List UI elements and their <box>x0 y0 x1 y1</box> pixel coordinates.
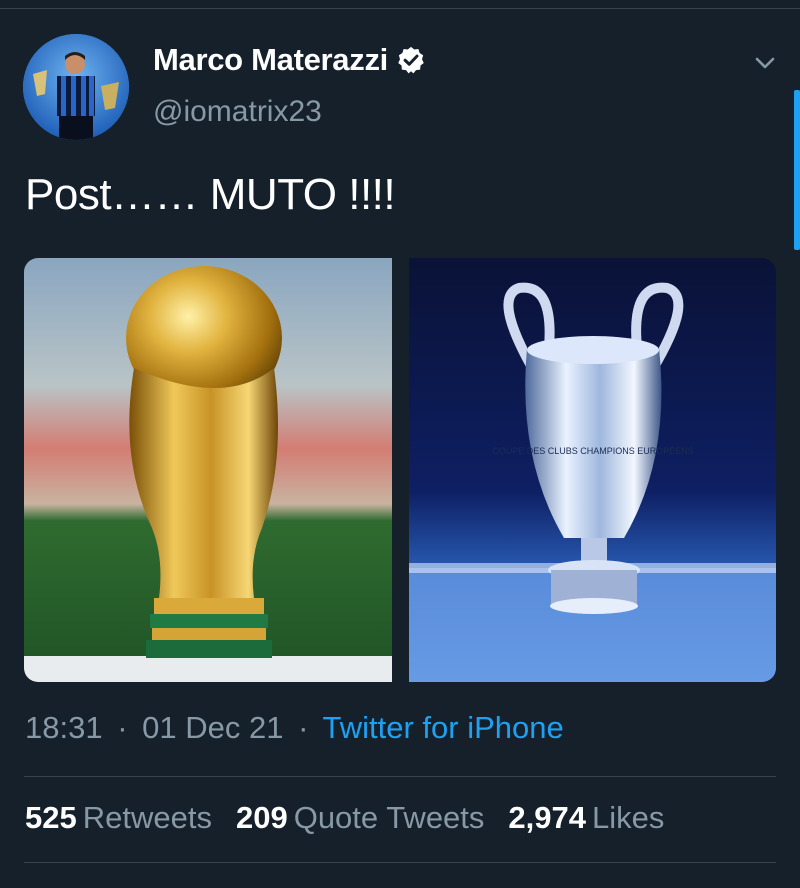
quote-tweets-label: Quote Tweets <box>293 800 485 835</box>
quote-tweets-count: 209 <box>235 800 288 835</box>
divider <box>24 776 776 777</box>
engagement-stats: 525 Retweets 209 Quote Tweets 2,974 Likes <box>25 800 688 836</box>
likes-label: Likes <box>592 800 665 835</box>
scroll-indicator[interactable] <box>794 90 800 250</box>
cup-lettering: COUPE DES CLUBS CHAMPIONS EUROPÉENS <box>492 446 694 456</box>
retweets-stat[interactable]: 525 Retweets <box>25 800 212 836</box>
divider <box>24 862 776 863</box>
author-handle[interactable]: @iomatrix23 <box>153 95 322 129</box>
meta-separator: · <box>117 710 128 745</box>
tweet-time[interactable]: 18:31 <box>25 710 103 745</box>
source-link[interactable]: Twitter for iPhone <box>323 710 564 745</box>
likes-count: 2,974 <box>508 800 586 835</box>
world-cup-trophy-photo[interactable] <box>24 258 392 682</box>
meta-separator: · <box>298 710 309 745</box>
retweets-count: 525 <box>25 800 77 835</box>
quote-tweets-stat[interactable]: 209 Quote Tweets <box>236 800 484 836</box>
author-name-row[interactable]: Marco Materazzi <box>153 42 426 78</box>
avatar[interactable] <box>23 34 129 140</box>
tweet-text: Post…… MUTO !!!! <box>25 170 396 219</box>
media-grid: COUPE DES CLUBS CHAMPIONS EUROPÉENS <box>24 258 776 682</box>
likes-stat[interactable]: 2,974 Likes <box>508 800 664 836</box>
display-name[interactable]: Marco Materazzi <box>153 42 388 78</box>
retweets-label: Retweets <box>82 800 212 835</box>
verified-badge-icon <box>396 45 426 75</box>
tweet-meta: 18:31 · 01 Dec 21 · Twitter for iPhone <box>25 710 564 746</box>
chevron-down-icon[interactable] <box>752 50 778 76</box>
tweet-date[interactable]: 01 Dec 21 <box>142 710 283 745</box>
champions-league-trophy-photo[interactable]: COUPE DES CLUBS CHAMPIONS EUROPÉENS <box>409 258 776 682</box>
top-divider <box>0 8 800 9</box>
